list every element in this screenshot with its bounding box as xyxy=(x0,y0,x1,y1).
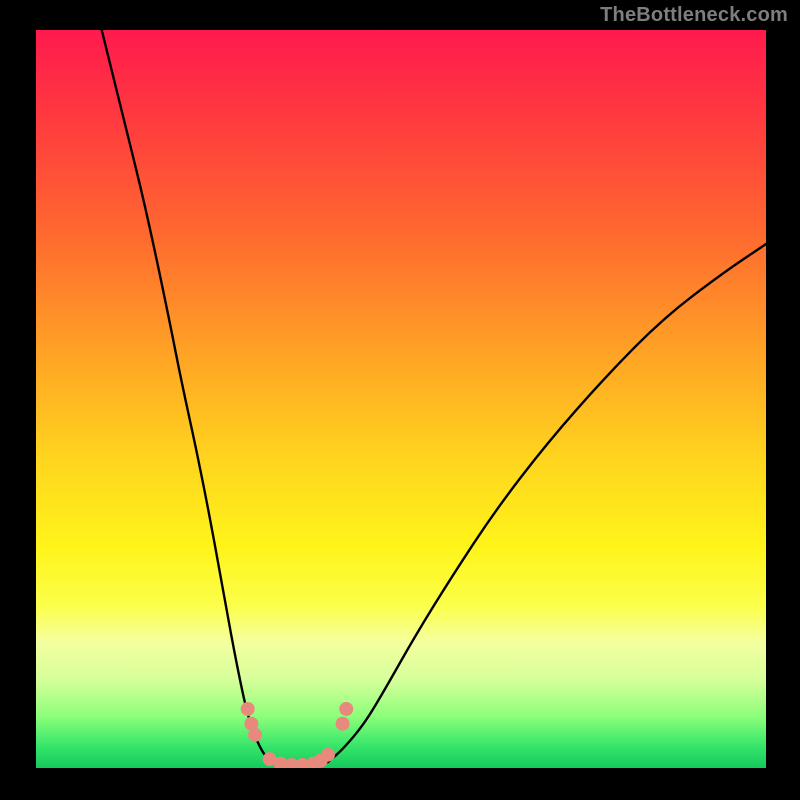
valley-marker xyxy=(248,728,262,742)
valley-marker xyxy=(339,702,353,716)
bottleneck-curve xyxy=(36,30,766,768)
valley-marker xyxy=(321,748,335,762)
curve-path xyxy=(102,30,766,767)
valley-marker xyxy=(241,702,255,716)
valley-marker xyxy=(336,717,350,731)
watermark-text: TheBottleneck.com xyxy=(600,4,788,27)
chart-frame: TheBottleneck.com xyxy=(0,0,800,800)
plot-area xyxy=(36,30,766,768)
